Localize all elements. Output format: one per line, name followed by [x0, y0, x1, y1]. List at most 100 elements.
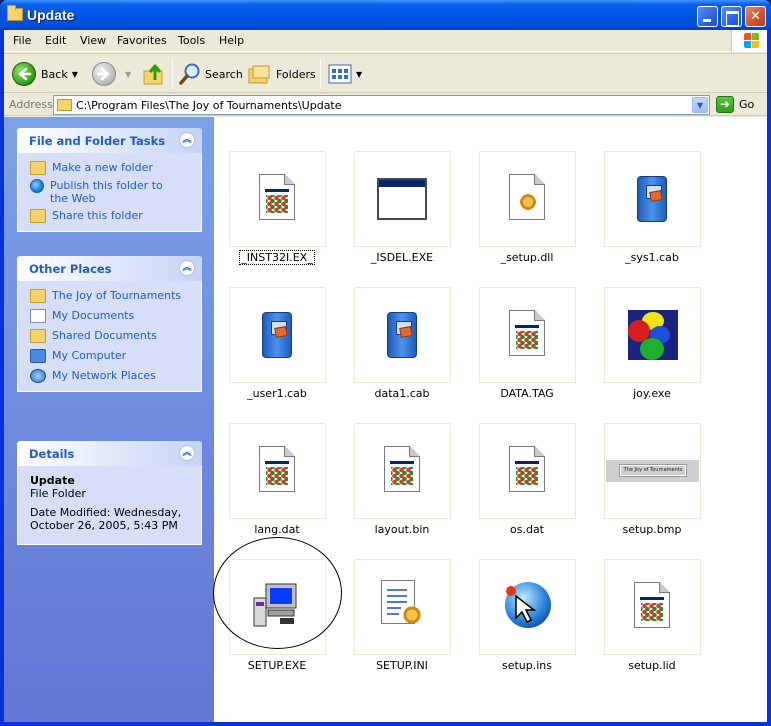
- file-thumb[interactable]: [479, 287, 576, 383]
- file-label[interactable]: lang.dat: [207, 523, 347, 536]
- address-path[interactable]: C:\Program Files\The Joy of Tournaments\…: [76, 99, 342, 112]
- panel-header[interactable]: File and Folder Tasks ︽: [17, 128, 202, 153]
- search-icon: [179, 63, 200, 85]
- file-label[interactable]: _setup.dll: [457, 251, 597, 264]
- collapse-chevron-icon[interactable]: ︽: [179, 445, 195, 461]
- minimize-button[interactable]: [697, 6, 718, 27]
- views-dropdown-icon[interactable]: ▼: [356, 70, 362, 79]
- file-label[interactable]: setup.lid: [582, 659, 722, 672]
- file-thumb[interactable]: [479, 151, 576, 247]
- window-icon: [377, 178, 427, 220]
- panel-title: File and Folder Tasks: [29, 134, 166, 148]
- app-icon: [384, 446, 420, 492]
- other-places-panel: Other Places ︽ The Joy of Tournaments My…: [17, 256, 202, 392]
- bmp-thumbnail-text: The Joy of Tournaments: [619, 464, 687, 477]
- file-thumb[interactable]: [229, 287, 326, 383]
- place-my-network-places[interactable]: My Network Places: [30, 369, 201, 383]
- folder-icon: [57, 99, 72, 111]
- place-label: My Network Places: [52, 369, 156, 382]
- file-thumb[interactable]: [604, 559, 701, 655]
- close-button[interactable]: ✕: [745, 6, 766, 27]
- share-folder-icon: [30, 209, 46, 223]
- back-dropdown-icon[interactable]: ▼: [72, 70, 78, 79]
- file-label[interactable]: SETUP.INI: [332, 659, 472, 672]
- file-thumb[interactable]: [479, 559, 576, 655]
- file-label[interactable]: _INST32I.EX_: [207, 250, 347, 265]
- details-panel: Details ︽ Update File Folder Date Modifi…: [17, 441, 202, 545]
- file-label[interactable]: _ISDEL.EXE: [332, 251, 472, 264]
- file-thumb[interactable]: [354, 423, 451, 519]
- go-button[interactable]: ➜ Go: [716, 96, 754, 113]
- app-icon: [634, 582, 670, 628]
- file-thumb[interactable]: [354, 559, 451, 655]
- folder-icon: [7, 5, 23, 21]
- file-label[interactable]: data1.cab: [332, 387, 472, 400]
- file-thumb[interactable]: [604, 151, 701, 247]
- file-label[interactable]: DATA.TAG: [457, 387, 597, 400]
- panel-header[interactable]: Other Places ︽: [17, 256, 202, 281]
- file-label[interactable]: setup.ins: [457, 659, 597, 672]
- app-icon: [259, 446, 295, 492]
- file-label[interactable]: os.dat: [457, 523, 597, 536]
- address-bar: Address C:\Program Files\The Joy of Tour…: [4, 94, 767, 116]
- task-share-folder[interactable]: Share this folder: [30, 209, 201, 223]
- place-label: My Documents: [52, 309, 135, 322]
- menu-favorites[interactable]: Favorites: [117, 34, 167, 47]
- folders-label: Folders: [276, 67, 316, 81]
- file-thumb[interactable]: [354, 151, 451, 247]
- search-button[interactable]: Search: [178, 60, 243, 88]
- file-thumb[interactable]: [229, 423, 326, 519]
- task-publish-to-web[interactable]: Publish this folder to the Web: [30, 179, 201, 205]
- up-folder-button[interactable]: [142, 60, 166, 88]
- file-label[interactable]: _user1.cab: [207, 387, 347, 400]
- network-icon: [30, 369, 46, 383]
- address-dropdown-icon[interactable]: ▼: [692, 97, 708, 113]
- menu-file[interactable]: File: [13, 34, 31, 47]
- forward-dropdown-icon[interactable]: ▼: [125, 70, 131, 79]
- folders-icon: [248, 65, 270, 84]
- go-arrow-icon: ➜: [716, 96, 734, 113]
- back-arrow-icon: [12, 62, 36, 86]
- place-my-computer[interactable]: My Computer: [30, 349, 201, 363]
- file-thumb[interactable]: [604, 287, 701, 383]
- title-bar[interactable]: Update ✕: [0, 0, 771, 30]
- place-my-documents[interactable]: My Documents: [30, 309, 201, 323]
- cab-icon: [262, 312, 292, 358]
- back-button[interactable]: Back ▼: [12, 60, 78, 88]
- computer-icon: [30, 349, 46, 363]
- forward-button[interactable]: ▼: [92, 60, 131, 88]
- joy-icon: [628, 310, 678, 360]
- place-joy-of-tournaments[interactable]: The Joy of Tournaments: [30, 289, 201, 303]
- collapse-chevron-icon[interactable]: ︽: [179, 260, 195, 276]
- file-thumb[interactable]: The Joy of Tournaments: [604, 423, 701, 519]
- collapse-chevron-icon[interactable]: ︽: [179, 132, 195, 148]
- documents-icon: [30, 309, 46, 323]
- views-button[interactable]: ▼: [328, 60, 362, 88]
- address-input[interactable]: C:\Program Files\The Joy of Tournaments\…: [53, 95, 710, 115]
- menu-edit[interactable]: Edit: [45, 34, 66, 47]
- file-label[interactable]: layout.bin: [332, 523, 472, 536]
- app-icon: [509, 310, 545, 356]
- place-shared-documents[interactable]: Shared Documents: [30, 329, 201, 343]
- menu-help[interactable]: Help: [219, 34, 244, 47]
- folders-button[interactable]: Folders: [248, 60, 316, 88]
- menu-tools[interactable]: Tools: [178, 34, 205, 47]
- address-label: Address: [9, 98, 53, 111]
- file-thumb[interactable]: [354, 287, 451, 383]
- shared-folder-icon: [30, 329, 46, 343]
- up-folder-icon: [143, 64, 163, 85]
- file-label[interactable]: SETUP.EXE: [207, 659, 347, 672]
- panel-header[interactable]: Details ︽: [17, 441, 202, 466]
- maximize-button[interactable]: [721, 6, 742, 27]
- task-pane: File and Folder Tasks ︽ Make a new folde…: [4, 117, 214, 722]
- file-folder-tasks-panel: File and Folder Tasks ︽ Make a new folde…: [17, 128, 202, 232]
- file-label[interactable]: setup.bmp: [582, 523, 722, 536]
- menu-view[interactable]: View: [80, 34, 106, 47]
- go-label: Go: [739, 98, 755, 111]
- file-label[interactable]: _sys1.cab: [582, 251, 722, 264]
- file-label[interactable]: joy.exe: [582, 387, 722, 400]
- file-thumb[interactable]: [479, 423, 576, 519]
- highlight-circle: [213, 537, 342, 649]
- file-thumb[interactable]: [229, 151, 326, 247]
- task-make-new-folder[interactable]: Make a new folder: [30, 161, 201, 175]
